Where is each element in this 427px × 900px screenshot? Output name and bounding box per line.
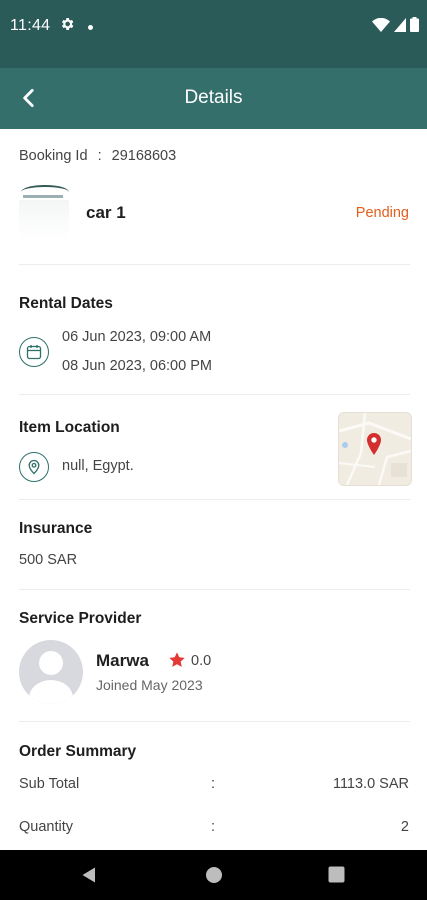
nav-recents-icon[interactable]	[328, 866, 345, 883]
system-icons	[372, 17, 419, 32]
map-pin-icon	[367, 433, 381, 455]
status-time: 11:44	[10, 17, 51, 34]
system-navigation-bar	[0, 850, 427, 900]
subtotal-label: Sub Total	[19, 776, 80, 792]
booking-id-separator: :	[97, 148, 102, 164]
quantity-separator: :	[211, 819, 216, 835]
booking-status-badge: Pending	[355, 205, 409, 221]
booking-id-value: 29168603	[111, 148, 177, 164]
app-bar: Details	[0, 68, 427, 129]
provider-name: Marwa	[96, 651, 149, 670]
details-content[interactable]: Booking Id : 29168603 car 1 Pending Rent…	[0, 129, 427, 850]
star-icon	[169, 652, 185, 667]
subtotal-separator: :	[211, 776, 216, 792]
status-bar: 11:44	[0, 0, 427, 68]
item-name: car 1	[86, 203, 126, 222]
service-provider-title: Service Provider	[19, 610, 142, 627]
quantity-value: 2	[400, 819, 409, 835]
booking-id-label: Booking Id	[19, 148, 88, 164]
nav-back-icon[interactable]	[80, 866, 98, 884]
map-thumbnail[interactable]	[338, 412, 412, 486]
location-pin-icon	[19, 452, 49, 482]
calendar-icon	[19, 337, 49, 367]
notification-dot-icon	[88, 25, 93, 30]
battery-icon	[410, 17, 419, 32]
rental-end-date: 08 Jun 2023, 06:00 PM	[62, 358, 212, 374]
divider	[19, 264, 410, 265]
insurance-title: Insurance	[19, 520, 93, 537]
subtotal-value: 1113.0 SAR	[332, 776, 409, 792]
wifi-icon	[372, 17, 390, 32]
item-location-title: Item Location	[19, 419, 120, 436]
nav-home-icon[interactable]	[205, 866, 223, 884]
order-summary-title: Order Summary	[19, 743, 137, 760]
provider-joined-date: Joined May 2023	[96, 677, 203, 693]
divider	[19, 499, 410, 500]
insurance-amount: 500 SAR	[19, 552, 78, 568]
provider-rating: 0.0	[191, 653, 212, 669]
page-title: Details	[184, 87, 243, 108]
location-address: null, Egypt.	[62, 458, 134, 474]
rental-start-date: 06 Jun 2023, 09:00 AM	[62, 329, 212, 345]
booking-id-row: Booking Id : 29168603	[19, 148, 176, 164]
divider	[19, 589, 410, 590]
rental-dates-title: Rental Dates	[19, 295, 113, 312]
signal-icon	[394, 17, 406, 32]
divider	[19, 721, 410, 722]
settings-gear-icon	[62, 18, 74, 30]
provider-avatar	[19, 640, 83, 704]
divider	[19, 394, 410, 395]
item-thumbnail	[19, 185, 71, 247]
quantity-label: Quantity	[19, 819, 73, 835]
